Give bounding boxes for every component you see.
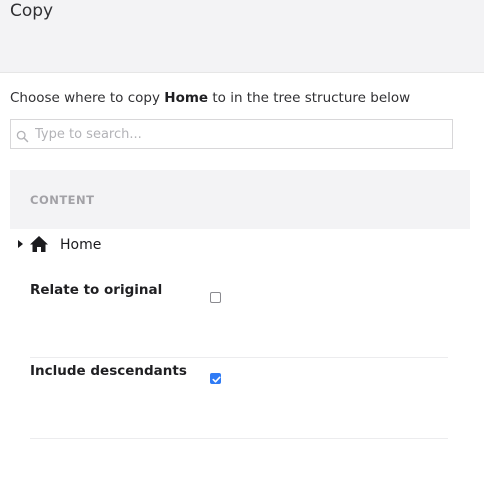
checkmark-icon: [212, 376, 221, 383]
relate-to-original-label: Relate to original: [30, 282, 163, 298]
relate-to-original-checkbox[interactable]: [210, 292, 221, 303]
intro-text: Choose where to copy Home to in the tree…: [10, 90, 410, 106]
home-icon: [29, 235, 49, 253]
intro-target: Home: [164, 90, 209, 106]
search-icon: [16, 128, 29, 143]
include-descendants-checkbox[interactable]: [210, 373, 221, 384]
search-input[interactable]: [35, 120, 445, 148]
dialog-header: Copy: [0, 0, 484, 73]
search-box[interactable]: [10, 119, 453, 149]
dialog-title: Copy: [10, 1, 54, 21]
include-descendants-row: Include descendants: [30, 359, 448, 439]
intro-prefix: Choose where to copy: [10, 90, 165, 106]
tree-node-home[interactable]: Home: [0, 232, 484, 258]
relate-to-original-row: Relate to original: [30, 278, 448, 358]
section-label: CONTENT: [30, 193, 95, 207]
intro-suffix: to in the tree structure below: [208, 90, 411, 106]
include-descendants-label: Include descendants: [30, 363, 187, 379]
caret-right-icon[interactable]: [18, 240, 23, 248]
tree-section-header: CONTENT: [10, 170, 470, 229]
tree-node-label[interactable]: Home: [60, 237, 101, 253]
